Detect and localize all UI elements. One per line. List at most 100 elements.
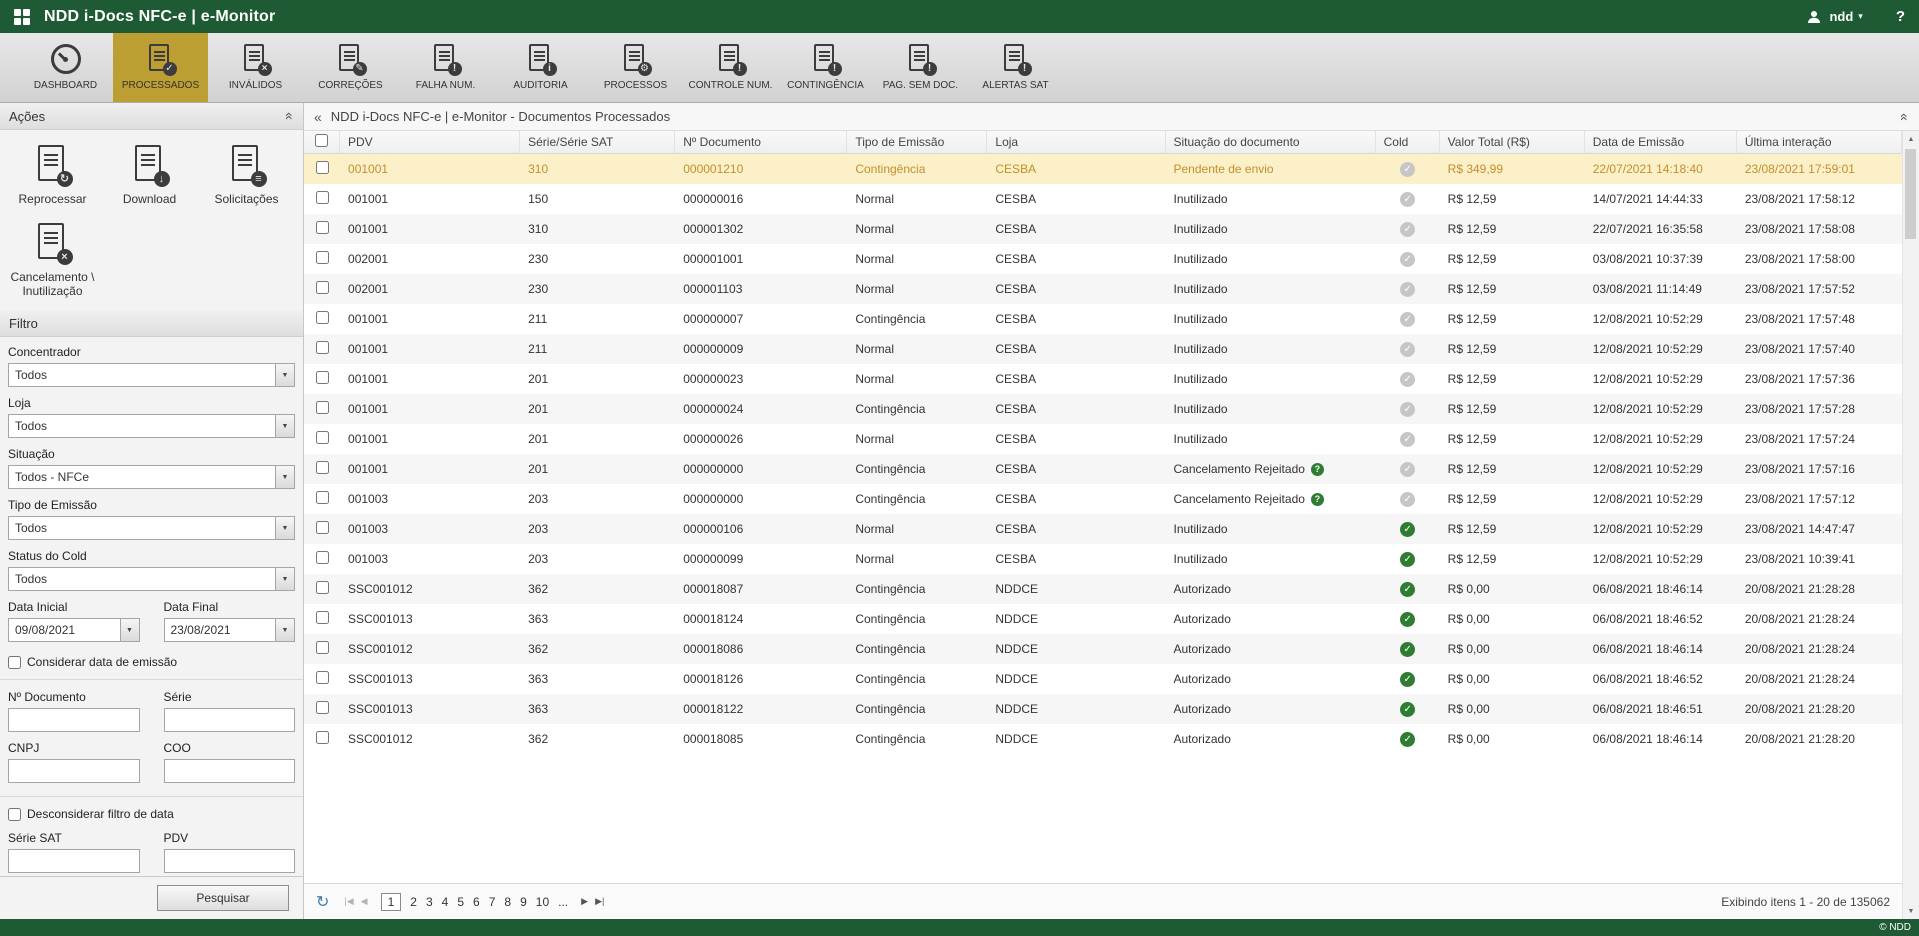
chevron-down-icon[interactable]: ▼ xyxy=(275,415,294,437)
help-icon[interactable]: ? xyxy=(1311,493,1324,506)
concentrador-select[interactable]: Todos▼ xyxy=(8,363,295,387)
table-row[interactable]: SSC001013363000018126ContingênciaNDDCEAu… xyxy=(304,664,1902,694)
considerar-emissao-row[interactable]: Considerar data de emissão xyxy=(8,655,295,669)
column-header-data-de-emissao[interactable]: Data de Emissão xyxy=(1585,131,1737,154)
action-reprocessar[interactable]: ↻Reprocessar xyxy=(4,138,101,216)
toolbar-item-falha-num[interactable]: !FALHA NUM. xyxy=(398,33,493,102)
scrollbar-thumb[interactable] xyxy=(1905,149,1916,239)
row-checkbox[interactable] xyxy=(316,401,329,414)
table-row[interactable]: SSC001013363000018124ContingênciaNDDCEAu… xyxy=(304,604,1902,634)
row-checkbox[interactable] xyxy=(316,191,329,204)
row-checkbox[interactable] xyxy=(316,521,329,534)
page-button-4[interactable]: 4 xyxy=(442,895,449,909)
page-button-5[interactable]: 5 xyxy=(457,895,464,909)
row-checkbox[interactable] xyxy=(316,461,329,474)
chevron-down-icon[interactable]: ▼ xyxy=(275,517,294,539)
row-checkbox[interactable] xyxy=(316,701,329,714)
desconsiderar-data-checkbox[interactable] xyxy=(8,808,21,821)
table-row[interactable]: SSC001013363000018122ContingênciaNDDCEAu… xyxy=(304,694,1902,724)
column-header-n-documento[interactable]: Nº Documento xyxy=(675,131,847,154)
column-header-ultima-interacao[interactable]: Última interação xyxy=(1737,131,1902,154)
toolbar-item-dashboard[interactable]: DASHBOARD xyxy=(18,33,113,102)
toolbar-item-controle-num[interactable]: !CONTROLE NUM. xyxy=(683,33,778,102)
toolbar-item-alertas-sat[interactable]: !ALERTAS SAT xyxy=(968,33,1063,102)
page-button-2[interactable]: 2 xyxy=(410,895,417,909)
page-button-7[interactable]: 7 xyxy=(489,895,496,909)
row-checkbox[interactable] xyxy=(316,731,329,744)
row-checkbox[interactable] xyxy=(316,641,329,654)
row-checkbox[interactable] xyxy=(316,221,329,234)
chevron-down-icon[interactable]: ▼ xyxy=(275,466,294,488)
row-checkbox[interactable] xyxy=(316,341,329,354)
column-header-loja[interactable]: Loja xyxy=(987,131,1165,154)
data-inicial-picker[interactable]: 09/08/2021 ▼ xyxy=(8,618,140,642)
action-solicitacoes[interactable]: ≡Solicitações xyxy=(198,138,295,216)
desconsiderar-data-row[interactable]: Desconsiderar filtro de data xyxy=(8,807,295,821)
action-cancelamento-inutilizacao[interactable]: ×Cancelamento \ Inutilização xyxy=(4,216,101,308)
table-row[interactable]: SSC001012362000018086ContingênciaNDDCEAu… xyxy=(304,634,1902,664)
pesquisar-button[interactable]: Pesquisar xyxy=(157,885,289,911)
situacao-select[interactable]: Todos - NFCe▼ xyxy=(8,465,295,489)
table-row[interactable]: 001001150000000016NormalCESBAInutilizado… xyxy=(304,184,1902,214)
scrollbar-track[interactable] xyxy=(1903,147,1919,903)
page-button-6[interactable]: 6 xyxy=(473,895,480,909)
select-all-checkbox[interactable] xyxy=(315,134,328,147)
refresh-button[interactable]: ↻ xyxy=(316,892,329,912)
table-row[interactable]: 001003203000000106NormalCESBAInutilizado… xyxy=(304,514,1902,544)
table-row[interactable]: SSC001012362000018085ContingênciaNDDCEAu… xyxy=(304,724,1902,754)
serie-input[interactable] xyxy=(164,708,296,732)
table-row[interactable]: 002001230000001001NormalCESBAInutilizado… xyxy=(304,244,1902,274)
page-button-9[interactable]: 9 xyxy=(520,895,527,909)
first-page-button[interactable]: |◀ xyxy=(344,896,353,907)
coo-input[interactable] xyxy=(164,759,296,783)
column-header-tipo-de-emissao[interactable]: Tipo de Emissão xyxy=(847,131,987,154)
row-checkbox[interactable] xyxy=(316,281,329,294)
collapse-sidebar-icon[interactable]: « xyxy=(314,109,322,125)
page-button-1[interactable]: 1 xyxy=(381,893,402,911)
app-logo-icon[interactable] xyxy=(14,9,30,25)
row-checkbox[interactable] xyxy=(316,371,329,384)
row-checkbox[interactable] xyxy=(316,311,329,324)
table-row[interactable]: SSC001012362000018087ContingênciaNDDCEAu… xyxy=(304,574,1902,604)
cnpj-input[interactable] xyxy=(8,759,140,783)
toolbar-item-correcoes[interactable]: ✎CORREÇÕES xyxy=(303,33,398,102)
user-menu[interactable]: ndd ▾ xyxy=(1829,9,1862,24)
data-final-picker[interactable]: 23/08/2021 ▼ xyxy=(164,618,296,642)
table-row[interactable]: 001001201000000024ContingênciaCESBAInuti… xyxy=(304,394,1902,424)
toolbar-item-auditoria[interactable]: iAUDITORIA xyxy=(493,33,588,102)
toolbar-item-pag-sem-doc[interactable]: !PAG. SEM DOC. xyxy=(873,33,968,102)
toolbar-item-invalidos[interactable]: ×INVÁLIDOS xyxy=(208,33,303,102)
chevron-down-icon[interactable]: ▼ xyxy=(275,619,294,641)
vertical-scrollbar[interactable]: ▲ ▼ xyxy=(1902,131,1919,919)
page-button-3[interactable]: 3 xyxy=(426,895,433,909)
column-header-cold[interactable]: Cold xyxy=(1376,131,1440,154)
toolbar-item-processados[interactable]: ✓PROCESSADOS xyxy=(113,33,208,102)
row-checkbox[interactable] xyxy=(316,671,329,684)
loja-select[interactable]: Todos▼ xyxy=(8,414,295,438)
toolbar-item-contingencia[interactable]: !CONTINGÊNCIA xyxy=(778,33,873,102)
column-header-serie-serie-sat[interactable]: Série/Série SAT xyxy=(520,131,675,154)
scroll-down-icon[interactable]: ▼ xyxy=(1903,903,1919,919)
tipo-de-emissao-select[interactable]: Todos▼ xyxy=(8,516,295,540)
column-header-valor-total-r[interactable]: Valor Total (R$) xyxy=(1440,131,1585,154)
table-row[interactable]: 001001201000000000ContingênciaCESBACance… xyxy=(304,454,1902,484)
table-row[interactable]: 001001211000000009NormalCESBAInutilizado… xyxy=(304,334,1902,364)
row-checkbox[interactable] xyxy=(316,581,329,594)
help-icon[interactable]: ? xyxy=(1311,463,1324,476)
num-documento-input[interactable] xyxy=(8,708,140,732)
table-row[interactable]: 001001310000001302NormalCESBAInutilizado… xyxy=(304,214,1902,244)
row-checkbox[interactable] xyxy=(316,251,329,264)
page-button-10[interactable]: 10 xyxy=(536,895,549,909)
collapse-ribbon-icon[interactable]: « xyxy=(1897,113,1913,121)
chevron-down-icon[interactable]: ▼ xyxy=(275,568,294,590)
page-button-8[interactable]: 8 xyxy=(504,895,511,909)
table-row[interactable]: 001001211000000007ContingênciaCESBAInuti… xyxy=(304,304,1902,334)
row-checkbox[interactable] xyxy=(316,551,329,564)
table-row[interactable]: 001001201000000023NormalCESBAInutilizado… xyxy=(304,364,1902,394)
row-checkbox[interactable] xyxy=(316,161,329,174)
toolbar-item-processos[interactable]: ⚙PROCESSOS xyxy=(588,33,683,102)
row-checkbox[interactable] xyxy=(316,611,329,624)
serie-sat-input[interactable] xyxy=(8,849,140,873)
next-page-button[interactable]: ▶ xyxy=(581,896,588,907)
last-page-button[interactable]: ▶| xyxy=(595,896,604,907)
